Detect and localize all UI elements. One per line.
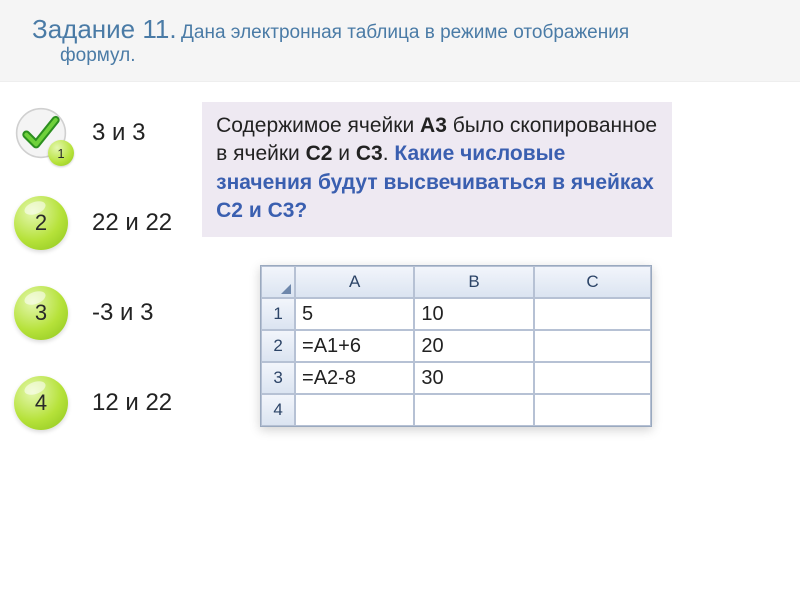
option-1[interactable]: 1 3 и 3: [14, 106, 172, 160]
option-badge-2: 2: [14, 196, 68, 250]
question-text: Содержимое ячейки А3 было скопированное …: [202, 102, 672, 237]
cell-b2[interactable]: 20: [414, 330, 533, 362]
col-header-a[interactable]: A: [295, 266, 414, 298]
option-badge-4: 4: [14, 376, 68, 430]
col-header-c[interactable]: C: [534, 266, 651, 298]
row-header-3[interactable]: 3: [261, 362, 295, 394]
option-label-2: 22 и 22: [92, 209, 172, 237]
cell-c3[interactable]: [534, 362, 651, 394]
q-cell-a3: А3: [420, 114, 447, 137]
option-number-1: 1: [57, 146, 64, 161]
cell-a1[interactable]: 5: [295, 298, 414, 330]
select-all-corner[interactable]: [261, 266, 295, 298]
task-title-text-2: формул.: [60, 45, 136, 66]
option-2[interactable]: 2 22 и 22: [14, 196, 172, 250]
cell-c1[interactable]: [534, 298, 651, 330]
spreadsheet: A B C 1 5 10 2 =A1+6 20 3 =A2-8 30: [260, 265, 652, 427]
row-header-2[interactable]: 2: [261, 330, 295, 362]
cell-a4[interactable]: [295, 394, 414, 426]
cell-c4[interactable]: [534, 394, 651, 426]
row-header-1[interactable]: 1: [261, 298, 295, 330]
option-badge-1: 1: [48, 140, 74, 166]
q-t1: Содержимое ячейки: [216, 114, 420, 137]
cell-b1[interactable]: 10: [414, 298, 533, 330]
task-title-text-1: Дана электронная таблица в режиме отобра…: [181, 22, 629, 43]
option-number-4: 4: [35, 390, 47, 416]
row-header-4[interactable]: 4: [261, 394, 295, 426]
option-label-3: -3 и 3: [92, 299, 153, 327]
cell-b4[interactable]: [414, 394, 533, 426]
cell-a2[interactable]: =A1+6: [295, 330, 414, 362]
option-badge-3: 3: [14, 286, 68, 340]
option-3[interactable]: 3 -3 и 3: [14, 286, 172, 340]
option-number-2: 2: [35, 210, 47, 236]
cell-c2[interactable]: [534, 330, 651, 362]
option-label-1: 3 и 3: [92, 119, 145, 147]
option-4[interactable]: 4 12 и 22: [14, 376, 172, 430]
task-title-number: Задание 11.: [32, 14, 177, 44]
option-label-4: 12 и 22: [92, 389, 172, 417]
q-cell-c2: С2: [306, 142, 333, 165]
task-header: Задание 11. Дана электронная таблица в р…: [0, 0, 800, 82]
col-header-b[interactable]: B: [414, 266, 533, 298]
option-number-3: 3: [35, 300, 47, 326]
cell-a3[interactable]: =A2-8: [295, 362, 414, 394]
q-t3: и: [332, 142, 355, 165]
cell-b3[interactable]: 30: [414, 362, 533, 394]
q-cell-c3: С3: [356, 142, 383, 165]
answer-options: 1 3 и 3 2 22 и 22 3 -3 и 3 4 12 и 22: [14, 102, 172, 430]
checkmark-icon: 1: [14, 106, 68, 160]
q-t4: .: [383, 142, 395, 165]
